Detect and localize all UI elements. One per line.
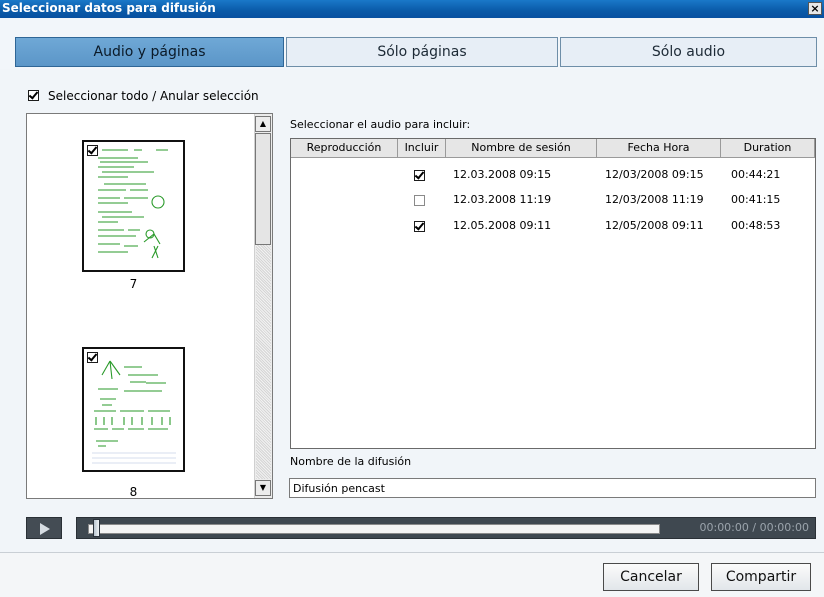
table-row[interactable]: 12.03.2008 11:19 12/03/2008 11:19 00:41:… xyxy=(291,190,815,212)
share-button[interactable]: Compartir xyxy=(711,563,811,591)
column-session-name[interactable]: Nombre de sesión xyxy=(446,139,597,157)
select-all-label: Seleccionar todo / Anular selección xyxy=(48,89,259,103)
title-bar: Seleccionar datos para difusión × xyxy=(0,0,824,18)
include-checkbox[interactable] xyxy=(414,221,425,232)
broadcast-dialog: Seleccionar datos para difusión × Audio … xyxy=(0,0,824,597)
playback-time: 00:00:00 / 00:00:00 xyxy=(699,521,809,534)
table-row[interactable]: 12.03.2008 09:15 12/03/2008 09:15 00:44:… xyxy=(291,165,815,187)
tab-audio-only[interactable]: Sólo audio xyxy=(560,37,817,67)
page-thumbnails-panel[interactable]: 7 8 ▲ ▼ xyxy=(26,113,273,499)
dialog-footer: Cancelar Compartir xyxy=(0,552,824,597)
scrollbar-thumb[interactable] xyxy=(255,133,271,245)
include-checkbox[interactable] xyxy=(414,195,425,206)
include-checkbox[interactable] xyxy=(414,170,425,181)
column-duration[interactable]: Duration xyxy=(721,139,815,157)
audio-player: 00:00:00 / 00:00:00 xyxy=(0,507,824,543)
scrollbar-track[interactable] xyxy=(256,245,271,479)
progress-slider-thumb[interactable] xyxy=(93,519,100,537)
table-row[interactable]: 12.05.2008 09:11 12/05/2008 09:11 00:48:… xyxy=(291,216,815,238)
broadcast-name-label: Nombre de la difusión xyxy=(290,455,412,468)
page-number: 8 xyxy=(129,485,138,499)
scroll-up-icon[interactable]: ▲ xyxy=(255,116,271,132)
tab-strip: Audio y páginas Sólo páginas Sólo audio xyxy=(0,19,824,69)
audio-table-header: Reproducción Incluir Nombre de sesión Fe… xyxy=(291,139,815,158)
cancel-button[interactable]: Cancelar xyxy=(603,563,699,591)
session-datetime: 12/03/2008 11:19 xyxy=(605,193,704,206)
select-all-row[interactable]: Seleccionar todo / Anular selección xyxy=(28,88,259,104)
play-icon[interactable] xyxy=(26,517,62,539)
select-all-checkbox[interactable] xyxy=(28,90,39,101)
page-thumbnail[interactable] xyxy=(82,140,185,272)
handwritten-notes-image xyxy=(98,149,168,259)
session-name: 12.05.2008 09:11 xyxy=(453,219,552,232)
broadcast-name-input[interactable] xyxy=(289,478,816,498)
scroll-down-icon[interactable]: ▼ xyxy=(255,480,271,496)
page-checkbox[interactable] xyxy=(87,352,98,363)
close-icon[interactable]: × xyxy=(808,2,822,15)
handwritten-diagram-image xyxy=(92,360,176,464)
progress-bar: 00:00:00 / 00:00:00 xyxy=(76,517,816,539)
column-include[interactable]: Incluir xyxy=(398,139,446,157)
audio-table: Reproducción Incluir Nombre de sesión Fe… xyxy=(290,138,816,449)
window-title: Seleccionar datos para difusión xyxy=(2,1,216,15)
audio-section-label: Seleccionar el audio para incluir: xyxy=(290,118,471,131)
column-date-time[interactable]: Fecha Hora xyxy=(597,139,721,157)
progress-track[interactable] xyxy=(88,524,660,534)
page-number: 7 xyxy=(129,277,138,291)
session-datetime: 12/05/2008 09:11 xyxy=(605,219,704,232)
tab-pages-only[interactable]: Sólo páginas xyxy=(286,37,558,67)
tab-audio-and-pages[interactable]: Audio y páginas xyxy=(15,37,284,67)
column-playback[interactable]: Reproducción xyxy=(291,139,398,157)
session-duration: 00:44:21 xyxy=(731,168,781,181)
session-datetime: 12/03/2008 09:15 xyxy=(605,168,704,181)
page-thumbnail[interactable] xyxy=(82,347,185,472)
thumbnails-scrollbar[interactable]: ▲ ▼ xyxy=(254,114,272,498)
session-name: 12.03.2008 09:15 xyxy=(453,168,552,181)
session-duration: 00:41:15 xyxy=(731,193,781,206)
session-duration: 00:48:53 xyxy=(731,219,781,232)
page-checkbox[interactable] xyxy=(87,145,98,156)
session-name: 12.03.2008 11:19 xyxy=(453,193,552,206)
